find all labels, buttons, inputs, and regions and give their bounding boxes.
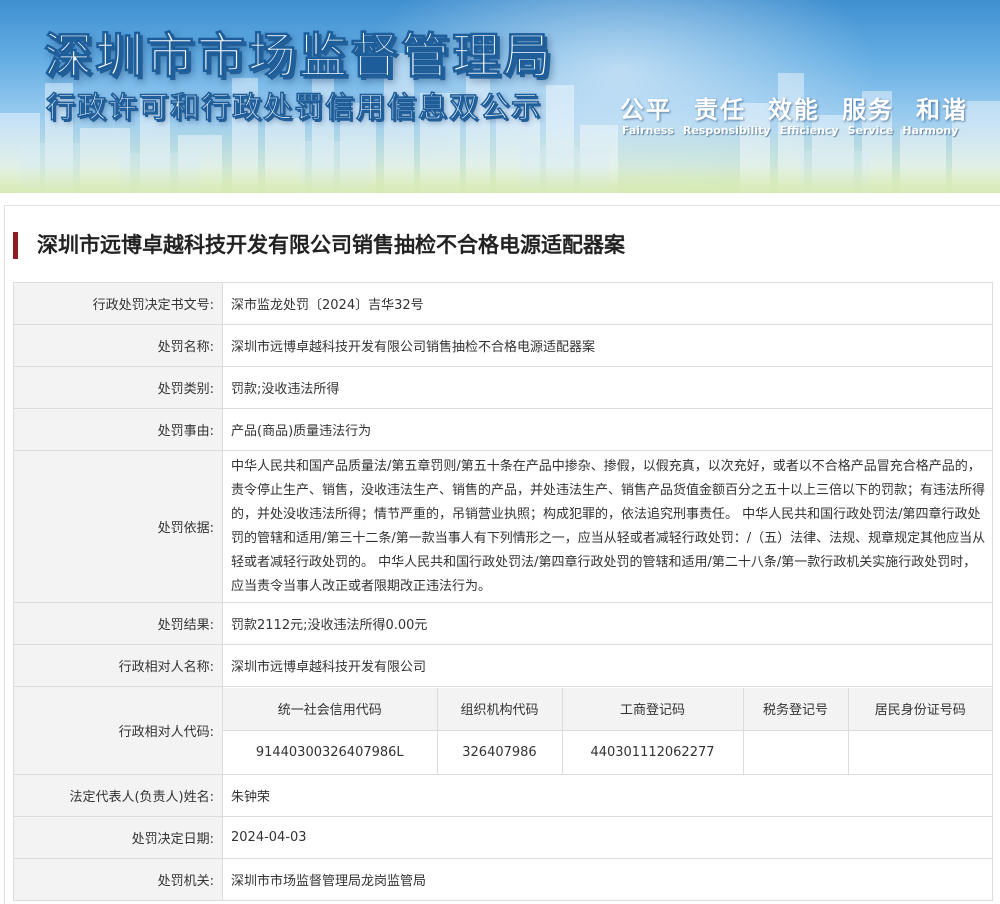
code-value-id-card: [848, 730, 992, 774]
label-penalty-result: 处罚结果:: [13, 602, 223, 645]
row-decision-no: 行政处罚决定书文号: 深市监龙处罚〔2024〕吉华32号: [13, 282, 993, 325]
core-values-en: Fairness Responsibility Efficiency Servi…: [622, 124, 958, 137]
value-harmony-cn: 和谐: [916, 96, 968, 124]
header-banner: 深圳市市场监督管理局 行政许可和行政处罚信用信息双公示 公平 责任 效能 服务 …: [0, 0, 1000, 193]
case-title: 深圳市远博卓越科技开发有限公司销售抽检不合格电源适配器案: [13, 232, 625, 259]
value-party-name: 深圳市远博卓越科技开发有限公司: [222, 644, 993, 687]
value-efficiency-cn: 效能: [768, 96, 820, 124]
value-responsibility-cn: 责任: [694, 96, 746, 124]
row-legal-rep: 法定代表人(负责人)姓名: 朱钟荣: [13, 774, 993, 817]
label-penalty-name: 处罚名称:: [13, 324, 223, 367]
row-party-code: 行政相对人代码: 统一社会信用代码 组织机构代码 工商登记码 税务登记号 居民身…: [13, 686, 993, 775]
code-header-org: 组织机构代码: [437, 687, 563, 731]
row-penalty-reason: 处罚事由: 产品(商品)质量违法行为: [13, 408, 993, 451]
value-service-en: Service: [847, 124, 894, 137]
site-title: 深圳市市场监督管理局: [43, 28, 555, 85]
row-penalty-result: 处罚结果: 罚款2112元;没收违法所得0.00元: [13, 602, 993, 645]
case-info-table: 行政处罚决定书文号: 深市监龙处罚〔2024〕吉华32号 处罚名称: 深圳市远博…: [13, 282, 993, 901]
value-penalty-type: 罚款;没收违法所得: [222, 366, 993, 409]
label-decision-no: 行政处罚决定书文号:: [13, 282, 223, 325]
row-penalty-basis: 处罚依据: 中华人民共和国产品质量法/第五章罚则/第五十条在产品中掺杂、掺假，以…: [13, 450, 993, 603]
value-penalty-basis: 中华人民共和国产品质量法/第五章罚则/第五十条在产品中掺杂、掺假，以假充真，以次…: [222, 450, 993, 603]
code-header-tax-reg: 税务登记号: [743, 687, 849, 731]
party-code-table: 统一社会信用代码 组织机构代码 工商登记码 税务登记号 居民身份证号码 9144…: [223, 687, 992, 774]
label-penalty-reason: 处罚事由:: [13, 408, 223, 451]
banner-ground: [0, 165, 1000, 193]
label-decision-date: 处罚决定日期:: [13, 816, 223, 859]
value-fairness-cn: 公平: [620, 96, 672, 124]
party-code-value-row: 91440300326407986L 326407986 44030111206…: [223, 730, 992, 774]
code-value-tax-reg: [743, 730, 849, 774]
code-header-credit: 统一社会信用代码: [223, 687, 438, 731]
label-authority: 处罚机关:: [13, 858, 223, 901]
value-legal-rep: 朱钟荣: [222, 774, 993, 817]
party-code-header-row: 统一社会信用代码 组织机构代码 工商登记码 税务登记号 居民身份证号码: [223, 687, 992, 731]
row-authority: 处罚机关: 深圳市市场监督管理局龙岗监管局: [13, 858, 993, 901]
code-header-business-reg: 工商登记码: [562, 687, 744, 731]
code-value-credit: 91440300326407986L: [223, 730, 438, 774]
label-penalty-type: 处罚类别:: [13, 366, 223, 409]
row-penalty-type: 处罚类别: 罚款;没收违法所得: [13, 366, 993, 409]
value-decision-no: 深市监龙处罚〔2024〕吉华32号: [222, 282, 993, 325]
value-efficiency-en: Efficiency: [779, 124, 839, 137]
label-penalty-basis: 处罚依据:: [13, 450, 223, 603]
code-value-business-reg: 440301112062277: [562, 730, 744, 774]
case-detail-panel: 深圳市远博卓越科技开发有限公司销售抽检不合格电源适配器案 行政处罚决定书文号: …: [4, 205, 1000, 904]
value-decision-date: 2024-04-03: [222, 816, 993, 859]
row-decision-date: 处罚决定日期: 2024-04-03: [13, 816, 993, 859]
code-value-org: 326407986: [437, 730, 563, 774]
label-party-code: 行政相对人代码:: [13, 686, 223, 775]
value-penalty-name: 深圳市远博卓越科技开发有限公司销售抽检不合格电源适配器案: [222, 324, 993, 367]
value-fairness-en: Fairness: [622, 124, 674, 137]
value-penalty-result: 罚款2112元;没收违法所得0.00元: [222, 602, 993, 645]
code-header-id-card: 居民身份证号码: [848, 687, 992, 731]
row-penalty-name: 处罚名称: 深圳市远博卓越科技开发有限公司销售抽检不合格电源适配器案: [13, 324, 993, 367]
site-subtitle: 行政许可和行政处罚信用信息双公示: [46, 90, 543, 125]
value-penalty-reason: 产品(商品)质量违法行为: [222, 408, 993, 451]
value-service-cn: 服务: [842, 96, 894, 124]
row-party-name: 行政相对人名称: 深圳市远博卓越科技开发有限公司: [13, 644, 993, 687]
label-party-name: 行政相对人名称:: [13, 644, 223, 687]
value-harmony-en: Harmony: [902, 124, 959, 137]
core-values-cn: 公平 责任 效能 服务 和谐: [620, 90, 968, 125]
value-authority: 深圳市市场监督管理局龙岗监管局: [222, 858, 993, 901]
party-code-cell: 统一社会信用代码 组织机构代码 工商登记码 税务登记号 居民身份证号码 9144…: [222, 686, 993, 775]
value-responsibility-en: Responsibility: [682, 124, 771, 137]
label-legal-rep: 法定代表人(负责人)姓名:: [13, 774, 223, 817]
